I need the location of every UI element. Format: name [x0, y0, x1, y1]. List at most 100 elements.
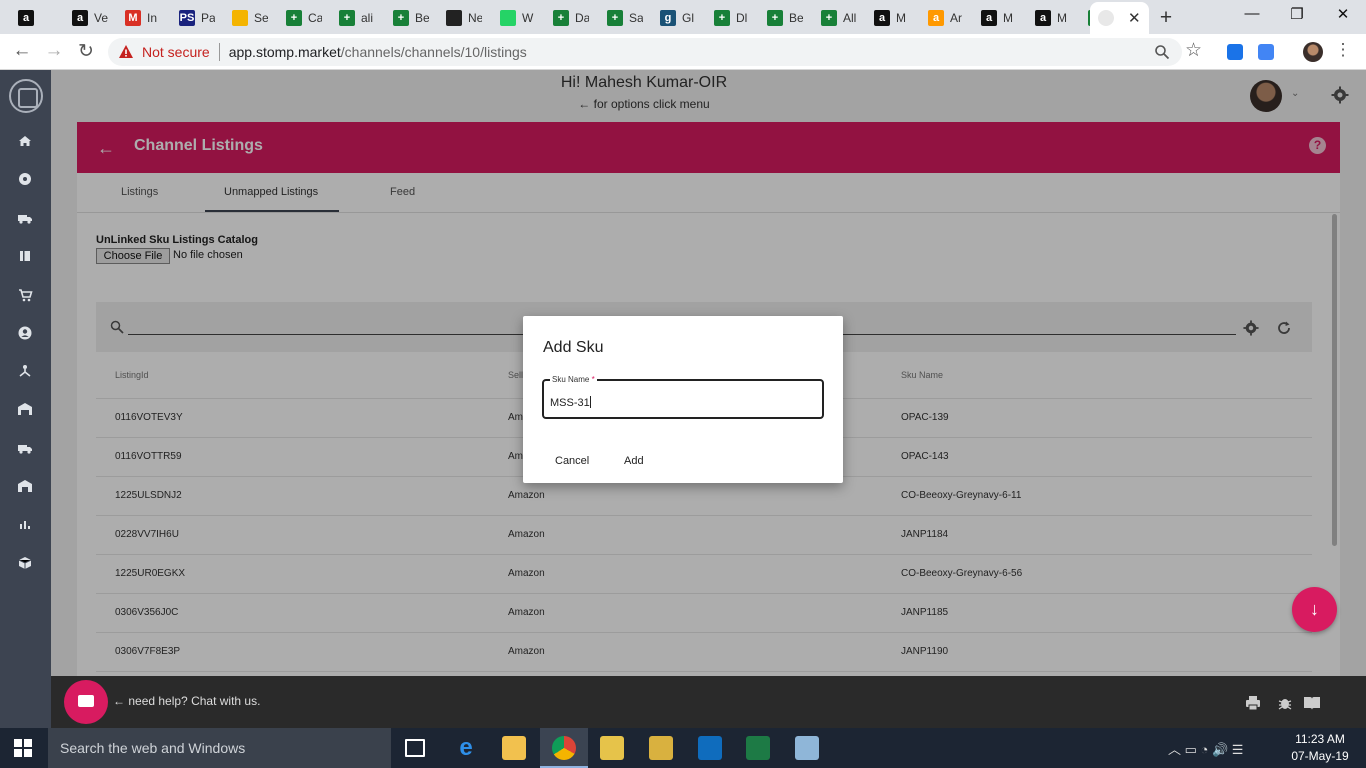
browser-tab[interactable]: aM: [874, 5, 910, 31]
add-sku-dialog: Add Sku Sku Name * MSS-31 Cancel Add: [523, 316, 843, 483]
notes-app-icon[interactable]: [795, 736, 819, 760]
tools-app-icon[interactable]: [649, 736, 673, 760]
browser-tab-active[interactable]: ✕: [1090, 2, 1149, 34]
scroll-down-button[interactable]: ↓: [1292, 587, 1337, 632]
dialog-title: Add Sku: [543, 339, 604, 356]
required-mark: *: [591, 375, 595, 384]
add-button[interactable]: Add: [624, 455, 644, 467]
browser-tab[interactable]: + Be: [393, 5, 429, 31]
translate-extension-icon[interactable]: [1258, 44, 1274, 60]
chart-icon[interactable]: [17, 516, 33, 532]
hierarchy-icon[interactable]: [17, 363, 33, 379]
windows-search-box[interactable]: Search the web and Windows: [48, 728, 391, 768]
reload-button[interactable]: ↻: [74, 40, 98, 63]
minimize-button[interactable]: —: [1240, 5, 1264, 22]
folder-app-icon[interactable]: [600, 736, 624, 760]
shipping-truck-icon[interactable]: [17, 210, 33, 226]
tab-label: Ve: [94, 11, 108, 25]
print-icon[interactable]: [1245, 695, 1261, 711]
sku-name-label-text: Sku Name: [552, 375, 590, 384]
file-explorer-icon[interactable]: [502, 736, 526, 760]
package-icon[interactable]: [17, 555, 33, 571]
browser-tab[interactable]: aM: [981, 5, 1017, 31]
outlook-icon[interactable]: [698, 736, 722, 760]
edge-browser-icon[interactable]: e: [454, 736, 478, 760]
chrome-icon[interactable]: [552, 736, 576, 760]
browser-tab[interactable]: a Ve: [72, 5, 108, 31]
excel-icon[interactable]: [746, 736, 770, 760]
browser-tab[interactable]: + All: [821, 5, 857, 31]
app-logo-icon[interactable]: [9, 79, 43, 113]
new-tab-button[interactable]: +: [1156, 6, 1176, 30]
cart-icon[interactable]: [17, 287, 33, 303]
tab-favicon-icon: a: [1035, 10, 1051, 26]
app-favicon-icon: [1098, 10, 1114, 26]
tab-favicon-icon: +: [714, 10, 730, 26]
browser-tab[interactable]: Se: [232, 5, 268, 31]
book-icon[interactable]: [17, 248, 33, 264]
browser-tab[interactable]: a Ar: [928, 5, 964, 31]
tab-label: Pa: [201, 11, 215, 25]
chat-icon[interactable]: [64, 680, 108, 724]
address-bar[interactable]: Not secure app.stomp.market /channels/ch…: [108, 38, 1182, 66]
tab-favicon-icon: +: [821, 10, 837, 26]
close-window-button[interactable]: ✕: [1331, 5, 1355, 23]
dashboard-icon[interactable]: [17, 171, 33, 187]
windows-taskbar: Search the web and Windows e ︿ ▭ ◔ 🔊 ☰ 1…: [0, 728, 1366, 768]
browser-tab[interactable]: g Gl: [660, 5, 696, 31]
tab-label: Ar: [950, 11, 962, 25]
browser-menu-icon[interactable]: ⋮: [1331, 40, 1355, 60]
forward-button[interactable]: →: [42, 40, 66, 62]
tab-label: Ca: [308, 11, 322, 25]
shield-extension-icon[interactable]: [1227, 44, 1243, 60]
browser-tab[interactable]: aM: [1035, 5, 1071, 31]
task-view-icon[interactable]: [405, 739, 425, 757]
bug-icon[interactable]: [1277, 695, 1293, 711]
browser-tab-strip: a a Ve M In PS Pa Se + Ca + ali + Be Ne W + Da + Sa g Gl + Dl + B…: [0, 0, 1366, 34]
sku-name-field[interactable]: Sku Name * MSS-31: [542, 375, 824, 419]
windows-start-icon[interactable]: [14, 739, 32, 757]
browser-tab[interactable]: W: [500, 5, 536, 31]
browser-tab[interactable]: + Sa: [607, 5, 643, 31]
browser-tab[interactable]: M In: [125, 5, 161, 31]
arrow-left-icon: ←: [113, 694, 129, 708]
account-icon[interactable]: [17, 325, 33, 341]
sku-name-input[interactable]: MSS-31: [550, 396, 591, 409]
back-button[interactable]: ←: [10, 40, 34, 62]
not-secure-label[interactable]: Not secure: [142, 44, 210, 60]
tab-favicon-icon: a: [18, 10, 34, 26]
cancel-button[interactable]: Cancel: [555, 455, 589, 467]
zoom-icon[interactable]: [1154, 44, 1170, 60]
browser-tab[interactable]: PS Pa: [179, 5, 215, 31]
browser-tab[interactable]: + Dl: [714, 5, 750, 31]
store-icon[interactable]: [17, 478, 33, 494]
tab-label: All: [843, 11, 857, 25]
restore-button[interactable]: ❐: [1285, 5, 1309, 23]
system-tray-icons[interactable]: ︿ ▭ ◔ 🔊 ☰: [1168, 739, 1243, 758]
warning-icon: [118, 44, 134, 60]
tab-label: Be: [415, 11, 429, 25]
warehouse-icon[interactable]: [17, 401, 33, 417]
chat-help[interactable]: ← need help? Chat with us.: [113, 694, 260, 708]
tab-favicon-icon: +: [286, 10, 302, 26]
tab-favicon-icon: [232, 10, 248, 26]
delivery-truck-icon[interactable]: [17, 440, 33, 456]
tab-label: In: [147, 11, 158, 25]
profile-avatar-icon[interactable]: [1303, 42, 1323, 62]
url-path: /channels/channels/10/listings: [340, 44, 527, 60]
tab-label: Dl: [736, 11, 748, 25]
browser-tab[interactable]: Ne: [446, 5, 482, 31]
manual-book-icon[interactable]: [1303, 695, 1321, 711]
bookmark-star-icon[interactable]: ☆: [1185, 39, 1202, 62]
close-tab-icon[interactable]: ✕: [1128, 9, 1141, 27]
browser-tab[interactable]: + Da: [553, 5, 589, 31]
browser-tab[interactable]: a: [18, 5, 54, 31]
windows-search-placeholder: Search the web and Windows: [60, 740, 246, 756]
home-icon[interactable]: [17, 133, 33, 149]
clock-date[interactable]: 07-May-19: [1290, 749, 1350, 763]
clock-time[interactable]: 11:23 AM: [1290, 732, 1350, 746]
browser-tab[interactable]: + Ca: [286, 5, 322, 31]
browser-tab[interactable]: + ali: [339, 5, 375, 31]
tab-favicon-icon: +: [339, 10, 355, 26]
browser-tab[interactable]: + Be: [767, 5, 803, 31]
